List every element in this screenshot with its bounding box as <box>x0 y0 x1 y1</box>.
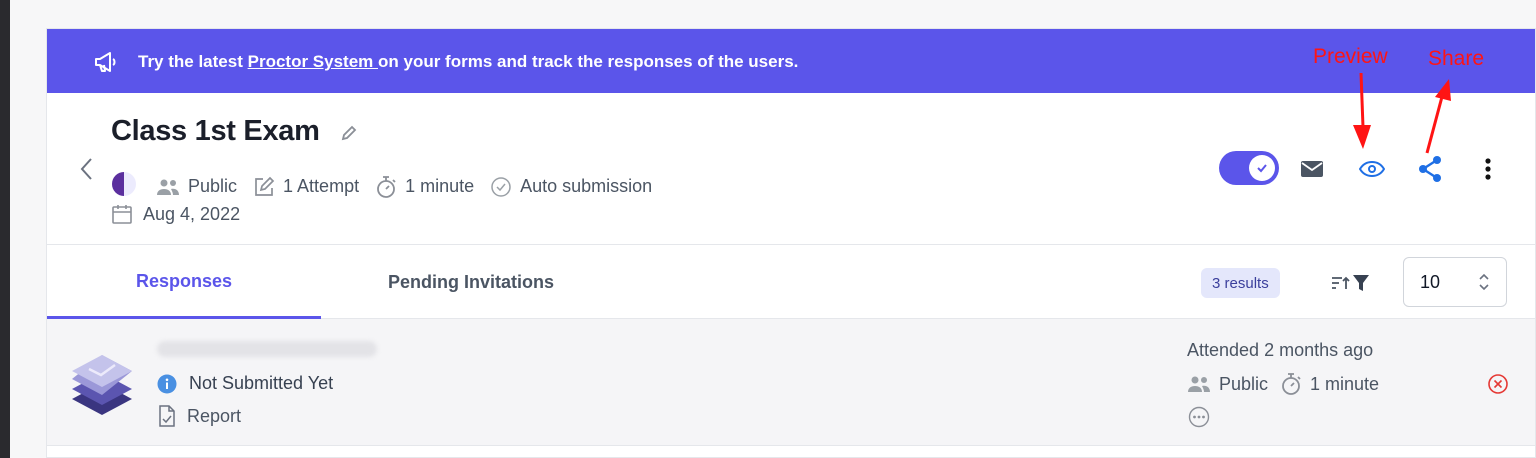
attempts-info: 1 Attempt <box>253 176 359 198</box>
report-link[interactable]: Report <box>157 405 241 427</box>
vertical-dots-icon <box>1485 158 1491 180</box>
calendar-icon <box>112 205 132 224</box>
chevron-left-icon[interactable] <box>77 155 97 183</box>
share-icon <box>1419 156 1441 182</box>
tab-bar: Responses Pending Invitations 3 results … <box>47 246 1535 319</box>
megaphone-icon <box>95 52 116 72</box>
exam-date: Aug 4, 2022 <box>111 203 240 225</box>
per-page-select[interactable]: 10 <box>1403 257 1507 307</box>
submission-info: Auto submission <box>490 176 652 198</box>
proctor-system-link[interactable]: Proctor System <box>248 52 378 71</box>
check-icon <box>1257 164 1267 173</box>
share-annotation-label: Share <box>1428 47 1485 70</box>
filter-icon <box>1353 275 1369 291</box>
exam-meta: Public 1 Attempt 1 minute Auto submissio… <box>110 170 668 203</box>
response-row[interactable]: Not Submitted Yet Report Attended 2 mont… <box>47 319 1535 446</box>
more-options-button[interactable] <box>1473 155 1503 183</box>
page-background: Try the latest Proctor System on your fo… <box>10 0 1536 458</box>
sort-filter-button[interactable] <box>1331 270 1371 296</box>
eye-icon <box>1359 160 1385 178</box>
tab-responses[interactable]: Responses <box>47 246 321 319</box>
check-badge-icon <box>491 176 511 197</box>
exam-header: Class 1st Exam Public 1 Attempt 1 minute <box>47 93 1535 245</box>
preview-annotation-label: Preview <box>1313 45 1388 68</box>
banner-text: Try the latest Proctor System on your fo… <box>138 52 799 71</box>
chevron-updown-icon <box>1479 273 1489 291</box>
redacted-email <box>157 341 377 357</box>
share-annotation-arrow <box>1425 79 1451 154</box>
form-card: Try the latest Proctor System on your fo… <box>46 28 1536 458</box>
attended-time: Attended 2 months ago <box>1187 340 1374 360</box>
email-button[interactable] <box>1297 155 1327 183</box>
info-icon <box>157 374 177 393</box>
results-count-badge: 3 results <box>1201 268 1280 298</box>
mail-icon <box>1301 161 1323 177</box>
visibility-info: Public <box>156 176 237 197</box>
duration-info: 1 minute <box>375 175 474 199</box>
half-circle-icon <box>110 170 138 203</box>
edit-document-icon <box>255 176 275 196</box>
submission-status: Not Submitted Yet <box>157 373 333 394</box>
stopwatch-icon <box>1282 373 1301 395</box>
preview-annotation-arrow <box>1353 73 1371 149</box>
users-icon <box>1188 376 1210 392</box>
more-horizontal-icon[interactable] <box>1188 406 1210 428</box>
exam-title: Class 1st Exam <box>111 115 320 147</box>
toggle-knob <box>1249 155 1275 181</box>
avatar <box>72 355 132 415</box>
document-check-icon <box>159 405 175 427</box>
stopwatch-icon <box>377 175 396 198</box>
users-icon <box>157 179 179 195</box>
sort-icon <box>1332 276 1350 289</box>
preview-button[interactable] <box>1357 155 1387 183</box>
edit-title-icon[interactable] <box>340 124 358 142</box>
response-meta: Public 1 minute <box>1187 372 1391 396</box>
share-button[interactable] <box>1415 155 1445 183</box>
tab-pending-invitations[interactable]: Pending Invitations <box>321 246 621 319</box>
publish-toggle[interactable] <box>1219 151 1279 185</box>
remove-response-icon[interactable] <box>1487 373 1509 395</box>
promo-banner: Try the latest Proctor System on your fo… <box>47 29 1535 93</box>
